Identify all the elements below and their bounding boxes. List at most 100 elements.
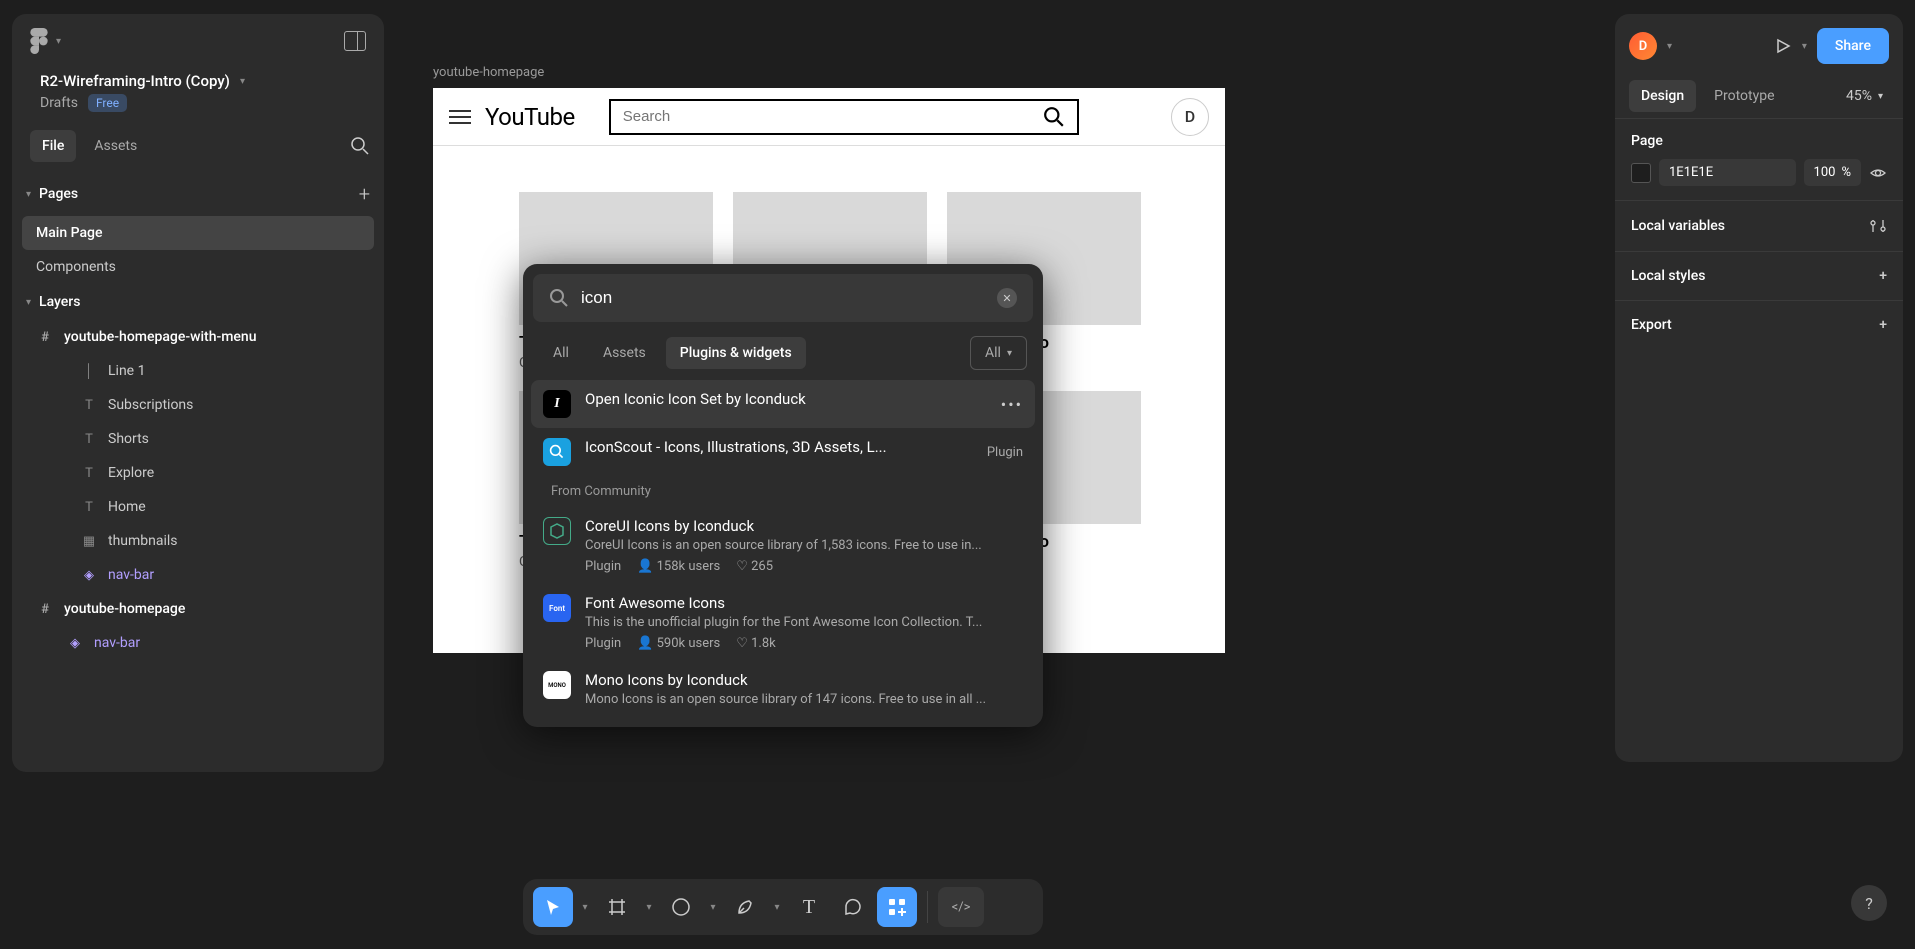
layer-name: Shorts xyxy=(108,431,149,447)
qa-result-item[interactable]: I Open Iconic Icon Set by Iconduck ••• xyxy=(531,380,1035,428)
share-button[interactable]: Share xyxy=(1817,28,1889,64)
layer-frame[interactable]: # youtube-homepage xyxy=(22,592,374,626)
left-tabs: File Assets xyxy=(12,126,384,172)
text-tool[interactable]: T xyxy=(789,887,829,927)
right-panel-tabs: Design Prototype 45% ▾ xyxy=(1615,74,1903,119)
layer-frame[interactable]: # youtube-homepage-with-menu xyxy=(22,320,374,354)
settings-icon[interactable] xyxy=(1869,217,1887,235)
tab-prototype[interactable]: Prototype xyxy=(1702,80,1786,112)
plugin-icon xyxy=(543,517,571,545)
layer-component[interactable]: ◈ nav-bar xyxy=(22,626,374,660)
layer-list: # youtube-homepage-with-menu │ Line 1 T … xyxy=(12,320,384,660)
chevron-down-icon: ▾ xyxy=(26,189,31,200)
chevron-down-icon[interactable]: ▾ xyxy=(1802,41,1807,52)
toolbar: ▾ ▾ ▾ ▾ T </> xyxy=(523,879,1043,935)
file-name: R2-Wireframing-Intro (Copy) xyxy=(40,72,230,90)
present-button[interactable] xyxy=(1774,37,1792,55)
layer-text[interactable]: T Explore xyxy=(22,456,374,490)
chevron-down-icon: ▾ xyxy=(56,36,61,47)
plugin-icon: MONO xyxy=(543,671,571,699)
qa-filter-scope-label: All xyxy=(985,345,1001,361)
export-section[interactable]: Export + xyxy=(1615,301,1903,349)
zoom-control[interactable]: 45% ▾ xyxy=(1846,88,1889,104)
likes-icon: ♡ 1.8k xyxy=(736,636,776,651)
page-item[interactable]: Main Page xyxy=(22,216,374,250)
shape-tool-chevron[interactable]: ▾ xyxy=(705,902,721,913)
move-tool[interactable] xyxy=(533,887,573,927)
layer-name: thumbnails xyxy=(108,533,178,549)
tab-assets[interactable]: Assets xyxy=(82,130,149,162)
actions-tool[interactable] xyxy=(877,887,917,927)
local-styles-section[interactable]: Local styles + xyxy=(1615,252,1903,301)
qa-result-item[interactable]: MONO Mono Icons by Iconduck Mono Icons i… xyxy=(531,661,1035,717)
qa-result-title: IconScout - Icons, Illustrations, 3D Ass… xyxy=(585,438,973,456)
component-icon: ◈ xyxy=(80,568,98,583)
help-button[interactable]: ? xyxy=(1851,885,1887,921)
qa-result-type: Plugin xyxy=(585,636,621,651)
frame-label[interactable]: youtube-homepage xyxy=(433,65,544,80)
qa-result-desc: Mono Icons is an open source library of … xyxy=(585,692,1023,707)
qa-filter-all[interactable]: All xyxy=(539,337,583,369)
qa-result-item[interactable]: CoreUI Icons by Iconduck CoreUI Icons is… xyxy=(531,507,1035,584)
qa-filter-plugins[interactable]: Plugins & widgets xyxy=(666,337,806,369)
likes-icon: ♡ 265 xyxy=(736,559,773,574)
section-label: Export xyxy=(1631,317,1672,333)
layer-text[interactable]: T Subscriptions xyxy=(22,388,374,422)
pen-tool-chevron[interactable]: ▾ xyxy=(769,902,785,913)
tab-file[interactable]: File xyxy=(30,130,76,162)
add-page-button[interactable]: + xyxy=(359,182,370,206)
layers-header[interactable]: ▾ Layers xyxy=(12,284,384,320)
pages-label: Pages xyxy=(39,186,78,202)
tab-design[interactable]: Design xyxy=(1629,80,1696,112)
toolbar-divider xyxy=(927,891,928,923)
group-icon: ▦ xyxy=(80,534,98,549)
shape-tool[interactable] xyxy=(661,887,701,927)
frame-tool-chevron[interactable]: ▾ xyxy=(641,902,657,913)
more-button[interactable]: ••• xyxy=(1001,395,1023,414)
text-icon: T xyxy=(80,398,98,413)
clear-button[interactable]: ✕ xyxy=(997,288,1017,308)
color-value[interactable]: 1E1E1E xyxy=(1659,159,1796,186)
qa-result-item[interactable]: IconScout - Icons, Illustrations, 3D Ass… xyxy=(531,428,1035,476)
layer-text[interactable]: T Shorts xyxy=(22,422,374,456)
search-button[interactable] xyxy=(350,136,370,156)
layer-line[interactable]: │ Line 1 xyxy=(22,354,374,388)
page-item[interactable]: Components xyxy=(22,250,374,284)
opacity-value[interactable]: 100 % xyxy=(1804,159,1861,186)
figma-menu[interactable]: ▾ xyxy=(30,28,61,54)
qa-search-row: ✕ xyxy=(533,274,1033,322)
pages-header[interactable]: ▾ Pages + xyxy=(12,172,384,216)
plugin-icon: Font xyxy=(543,594,571,622)
add-button[interactable]: + xyxy=(1879,317,1887,333)
user-avatar[interactable]: D xyxy=(1629,32,1657,60)
qa-filter-scope[interactable]: All ▾ xyxy=(970,336,1027,370)
move-tool-chevron[interactable]: ▾ xyxy=(577,902,593,913)
file-location[interactable]: Drafts xyxy=(40,95,78,111)
file-title-row[interactable]: R2-Wireframing-Intro (Copy) ▾ xyxy=(12,64,384,90)
visibility-toggle[interactable] xyxy=(1869,164,1887,182)
layer-group[interactable]: ▦ thumbnails xyxy=(22,524,374,558)
qa-result-item[interactable]: Font Font Awesome Icons This is the unof… xyxy=(531,584,1035,661)
text-icon: T xyxy=(80,466,98,481)
qa-result-title: CoreUI Icons by Iconduck xyxy=(585,517,1023,535)
pen-tool[interactable] xyxy=(725,887,765,927)
add-button[interactable]: + xyxy=(1879,268,1887,284)
right-panel-header: D ▾ ▾ Share xyxy=(1615,14,1903,74)
qa-filter-assets[interactable]: Assets xyxy=(589,337,660,369)
panel-toggle-button[interactable] xyxy=(344,31,366,51)
layer-text[interactable]: T Home xyxy=(22,490,374,524)
chevron-down-icon[interactable]: ▾ xyxy=(1667,41,1672,52)
qa-search-input[interactable] xyxy=(581,288,997,308)
layer-component[interactable]: ◈ nav-bar xyxy=(22,558,374,592)
dev-mode-toggle[interactable]: </> xyxy=(938,887,984,927)
yt-topbar: YouTube D xyxy=(433,88,1225,146)
frame-icon: # xyxy=(36,602,54,617)
comment-tool[interactable] xyxy=(833,887,873,927)
local-variables-section[interactable]: Local variables xyxy=(1615,201,1903,252)
qa-result-title: Font Awesome Icons xyxy=(585,594,1023,612)
quick-actions-panel: ✕ All Assets Plugins & widgets All ▾ I O… xyxy=(523,264,1043,727)
color-swatch[interactable] xyxy=(1631,163,1651,183)
frame-tool[interactable] xyxy=(597,887,637,927)
zoom-value: 45% xyxy=(1846,88,1872,104)
plan-badge[interactable]: Free xyxy=(88,94,127,112)
